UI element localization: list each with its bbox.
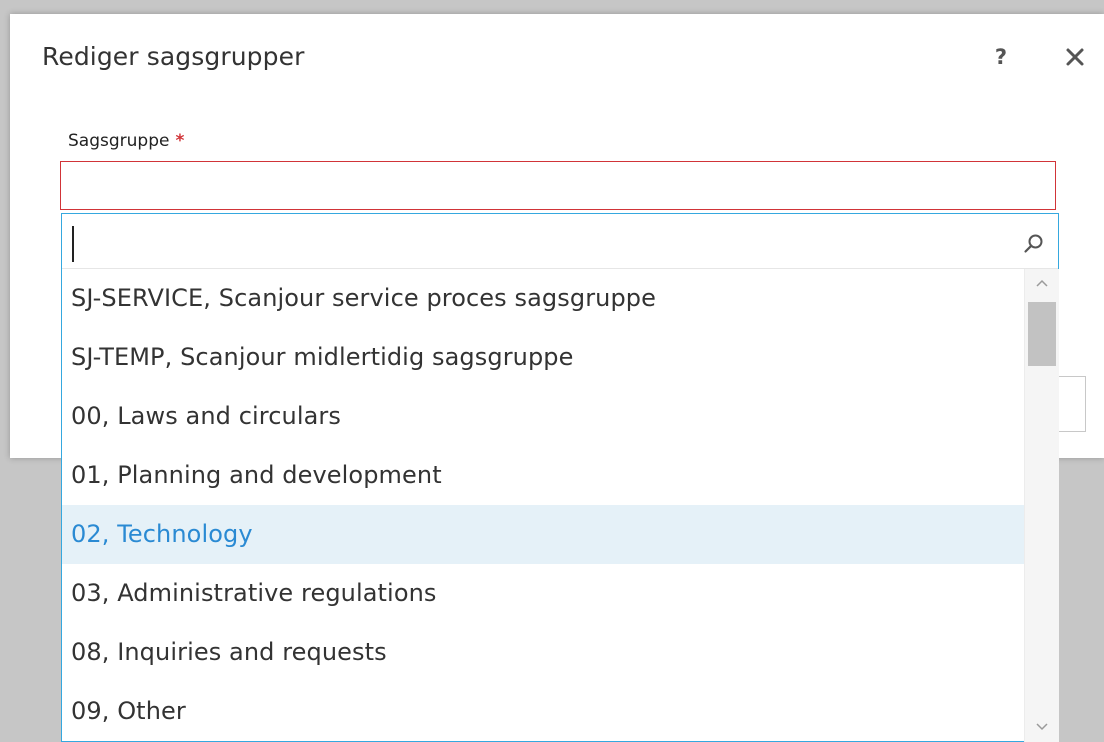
required-marker: * [175, 131, 185, 151]
close-icon [1066, 48, 1084, 66]
text-caret [72, 226, 74, 262]
case-group-combobox[interactable] [60, 161, 1056, 210]
dropdown-scrollbar[interactable] [1024, 269, 1059, 742]
scrollbar-thumb[interactable] [1028, 302, 1056, 366]
dropdown-search-input[interactable] [76, 222, 1010, 262]
help-button[interactable]: ? [989, 44, 1013, 70]
search-icon[interactable] [1022, 232, 1046, 256]
list-item[interactable]: SJ-TEMP, Scanjour midlertidig sagsgruppe [62, 328, 1024, 387]
list-item[interactable]: 03, Administrative regulations [62, 564, 1024, 623]
dialog-title: Rediger sagsgrupper [42, 42, 305, 71]
case-group-label: Sagsgruppe * [68, 131, 184, 151]
case-group-label-text: Sagsgruppe [68, 131, 170, 151]
case-group-dropdown: SJ-SERVICE, Scanjour service proces sags… [61, 213, 1059, 742]
dropdown-search-row [62, 214, 1058, 269]
list-item[interactable]: SJ-SERVICE, Scanjour service proces sags… [62, 269, 1024, 328]
list-item[interactable]: 09, Other [62, 682, 1024, 741]
list-item[interactable]: 02, Technology [62, 505, 1024, 564]
close-button[interactable] [1062, 44, 1088, 70]
list-item[interactable]: 08, Inquiries and requests [62, 623, 1024, 682]
dropdown-list: SJ-SERVICE, Scanjour service proces sags… [62, 269, 1024, 742]
list-item[interactable]: 01, Planning and development [62, 446, 1024, 505]
list-item[interactable]: 00, Laws and circulars [62, 387, 1024, 446]
chevron-up-icon[interactable] [1034, 275, 1050, 291]
chevron-down-icon[interactable] [1034, 719, 1050, 735]
